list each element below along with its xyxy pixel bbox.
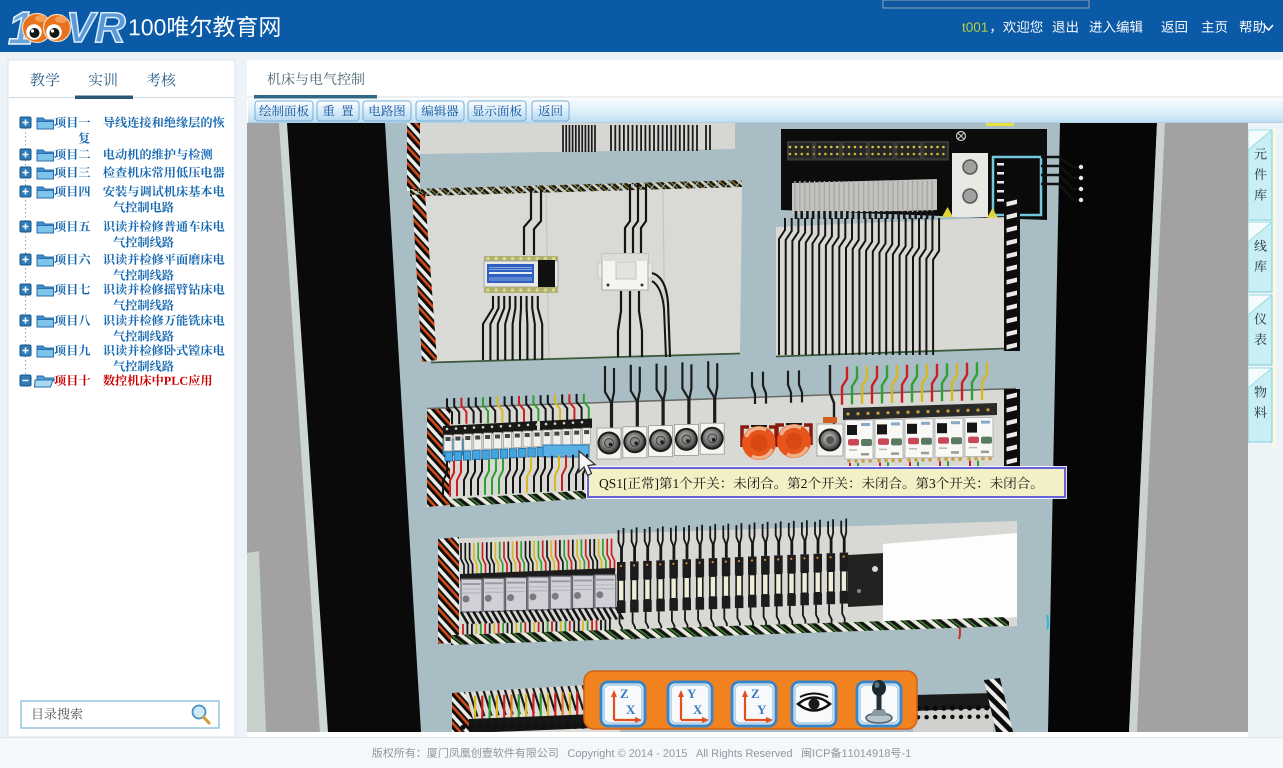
svg-text:VR: VR (66, 4, 126, 52)
